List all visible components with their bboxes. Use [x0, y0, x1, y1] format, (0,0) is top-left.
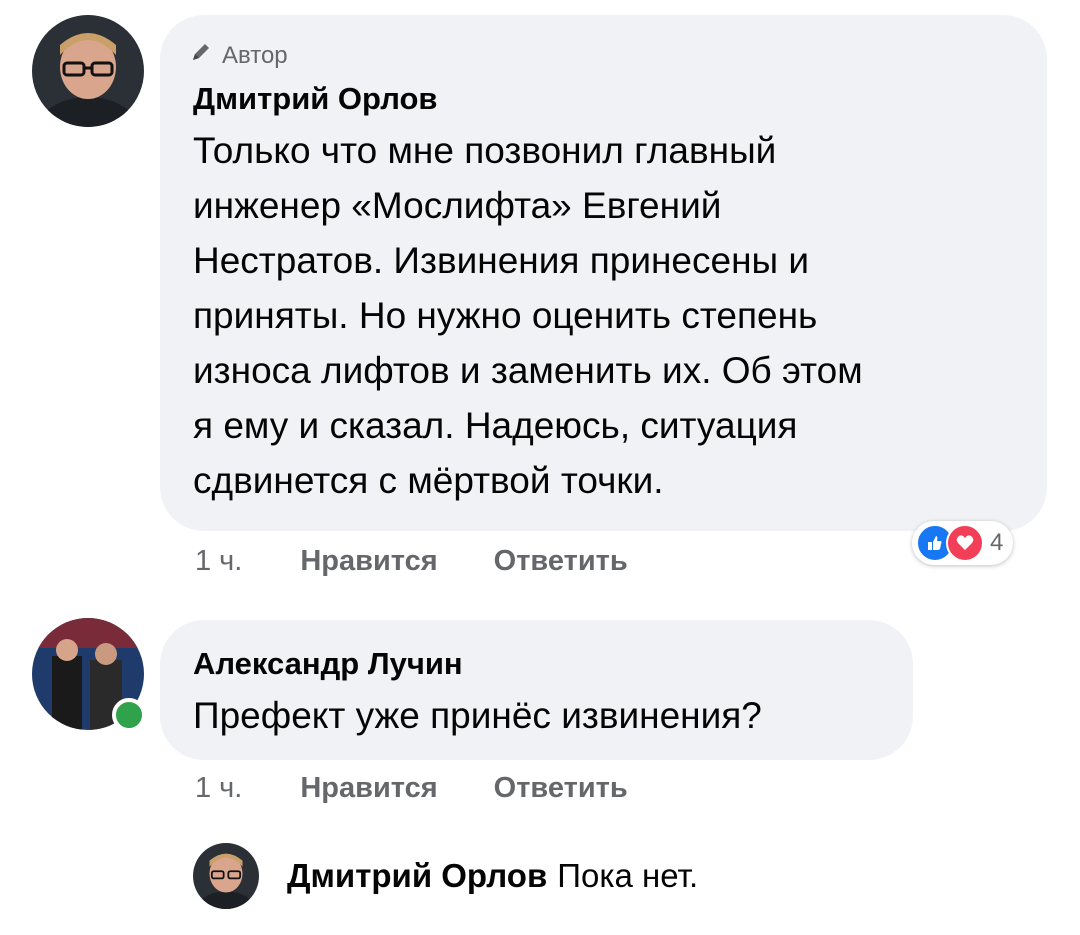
love-reaction-icon: [946, 524, 984, 562]
comment-bubble: Автор Дмитрий Орлов Только что мне позво…: [160, 15, 1047, 531]
comment-time[interactable]: 1 ч.: [195, 772, 242, 805]
like-button[interactable]: Нравится: [300, 545, 437, 578]
reply-preview[interactable]: Дмитрий Орлов Пока нет.: [193, 843, 698, 909]
reply-author-name[interactable]: Дмитрий Орлов: [287, 857, 547, 895]
reply-button[interactable]: Ответить: [494, 545, 628, 578]
comment-time[interactable]: 1 ч.: [195, 545, 242, 578]
comment-bubble: Александр Лучин Префект уже принёс извин…: [160, 620, 913, 760]
comment-text: Только что мне позвонил главный инженер …: [193, 130, 863, 501]
comment-author-name[interactable]: Александр Лучин: [193, 646, 463, 682]
author-badge: Автор: [190, 41, 288, 70]
reaction-count: 4: [990, 529, 1004, 556]
comment-actions: 1 ч. Нравится Ответить: [195, 772, 628, 805]
comment-author-name[interactable]: Дмитрий Орлов: [193, 81, 437, 117]
avatar-dmitry-orlov[interactable]: [32, 15, 144, 127]
reply-text: Пока нет.: [557, 857, 699, 894]
comment-text: Префект уже принёс извинения?: [193, 695, 762, 736]
comment-actions: 1 ч. Нравится Ответить: [195, 545, 628, 578]
like-button[interactable]: Нравится: [300, 772, 437, 805]
avatar-dmitry-orlov-small: [193, 843, 259, 909]
reactions-summary[interactable]: 4: [912, 521, 1014, 565]
author-badge-label: Автор: [222, 41, 288, 69]
reply-button[interactable]: Ответить: [494, 772, 628, 805]
pencil-icon: [190, 41, 212, 70]
online-status-indicator: [112, 698, 146, 732]
